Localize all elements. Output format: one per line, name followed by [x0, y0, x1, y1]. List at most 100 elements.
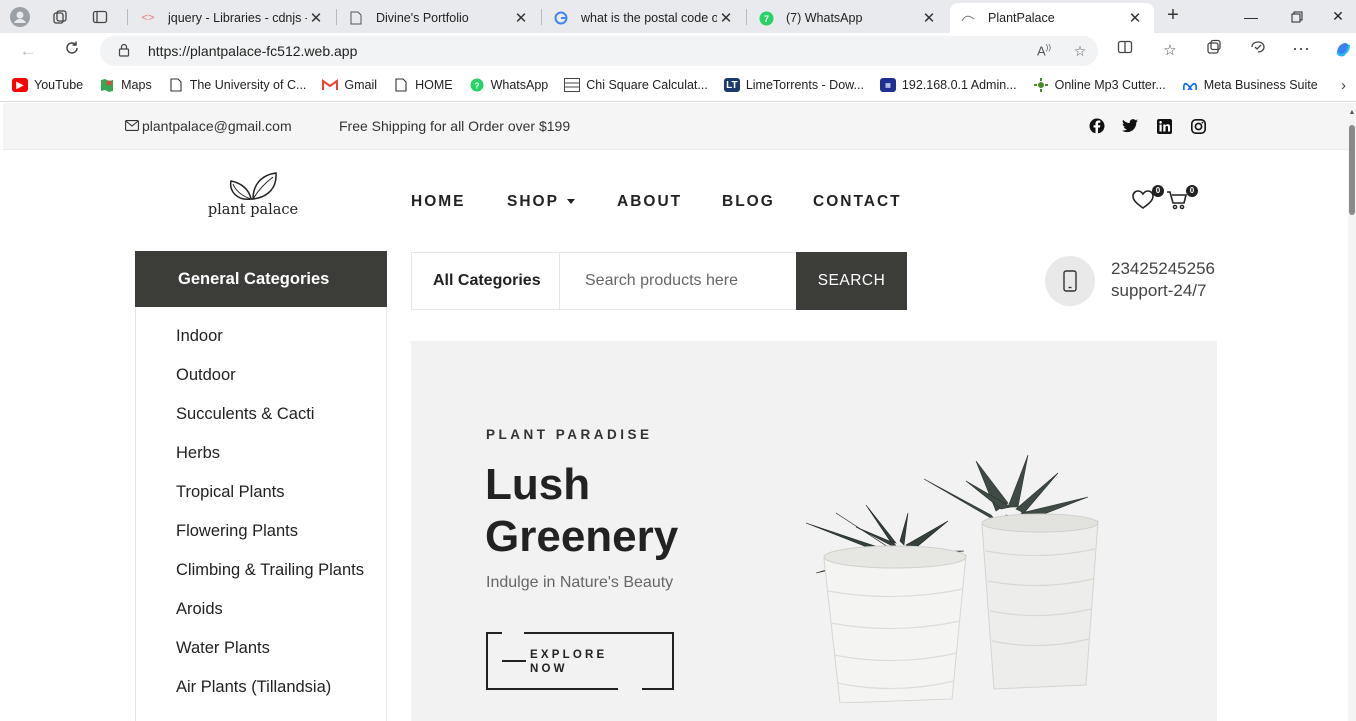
bookmark-home[interactable]: HOME — [393, 78, 453, 92]
top-info-bar: plantpalace@gmail.com Free Shipping for … — [3, 103, 1348, 150]
cart-button[interactable]: 0 — [1166, 185, 1198, 212]
nav-contact[interactable]: CONTACT — [813, 193, 902, 211]
nav-about[interactable]: ABOUT — [617, 193, 682, 211]
read-aloud-icon[interactable]: A)) — [1026, 43, 1062, 58]
envelope-icon — [125, 118, 139, 134]
hero-kicker: PLANT PARADISE — [486, 427, 653, 442]
nav-home[interactable]: HOME — [411, 193, 466, 211]
url-text[interactable]: https://plantpalace-fc512.web.app — [148, 43, 1026, 59]
contact-email[interactable]: plantpalace@gmail.com — [125, 118, 292, 134]
browser-tab-active[interactable]: PlantPalace ✕ — [950, 3, 1154, 33]
favorites-icon[interactable]: ☆ — [1155, 39, 1185, 63]
restore-button[interactable] — [1274, 0, 1320, 33]
shipping-notice: Free Shipping for all Order over $199 — [339, 118, 571, 134]
category-item-water[interactable]: Water Plants — [176, 639, 270, 658]
explore-now-button[interactable]: EXPLORE NOW — [486, 632, 674, 690]
bookmark-university[interactable]: The University of C... — [168, 78, 306, 92]
support-phone[interactable]: 23425245256 — [1111, 259, 1215, 279]
search-input[interactable] — [561, 253, 796, 309]
wishlist-button[interactable]: 0 — [1132, 185, 1164, 212]
close-icon[interactable]: ✕ — [717, 9, 735, 27]
wishlist-count-badge: 0 — [1152, 185, 1164, 197]
hero-banner: PLANT PARADISE Lush Greenery Indulge in … — [411, 341, 1217, 721]
category-select[interactable]: All Categories — [412, 253, 560, 309]
category-item-tropical[interactable]: Tropical Plants — [176, 483, 285, 502]
tab-title: Divine's Portfolio — [376, 11, 469, 25]
tab-title: what is the postal code of — [581, 11, 717, 25]
settings-more-icon[interactable]: ··· — [1286, 39, 1316, 63]
workspaces-icon[interactable] — [40, 0, 80, 33]
bookmark-youtube[interactable]: ▶ YouTube — [12, 78, 83, 92]
whatsapp-icon: 7 — [758, 10, 774, 26]
tab-title: (7) WhatsApp — [786, 11, 863, 25]
webpage: plantpalace@gmail.com Free Shipping for … — [3, 103, 1348, 721]
category-item-succulents[interactable]: Succulents & Cacti — [176, 405, 314, 424]
category-item-herbs[interactable]: Herbs — [176, 444, 220, 463]
search-button[interactable]: SEARCH — [796, 252, 907, 310]
nav-shop[interactable]: SHOP — [507, 193, 575, 211]
google-icon — [553, 10, 569, 26]
bookmark-chi-square[interactable]: Chi Square Calculat... — [564, 78, 708, 92]
category-item-flowering[interactable]: Flowering Plants — [176, 522, 298, 541]
facebook-icon[interactable] — [1087, 116, 1107, 136]
browser-tab[interactable]: what is the postal code of ✕ — [543, 3, 745, 33]
page-icon — [393, 78, 409, 92]
bookmark-limetorrents[interactable]: LT LimeTorrents - Dow... — [723, 78, 864, 92]
close-icon[interactable]: ✕ — [920, 9, 938, 27]
close-window-button[interactable]: ✕ — [1320, 0, 1356, 33]
minimize-button[interactable]: — — [1228, 0, 1274, 33]
twitter-icon[interactable] — [1120, 116, 1140, 136]
close-icon[interactable]: ✕ — [512, 9, 530, 27]
browser-tab[interactable]: 7 (7) WhatsApp ✕ — [748, 3, 948, 33]
scroll-up-arrow-icon[interactable]: ▲ — [1348, 109, 1356, 116]
page-scrollbar[interactable]: ▲ — [1348, 103, 1356, 721]
bookmark-label: HOME — [415, 78, 453, 92]
code-icon: <> — [141, 12, 155, 24]
bookmark-whatsapp[interactable]: ? WhatsApp — [469, 78, 548, 92]
bookmark-meta-business[interactable]: Meta Business Suite — [1182, 78, 1318, 92]
hero-title: Lush Greenery — [485, 460, 679, 561]
address-bar[interactable]: https://plantpalace-fc512.web.app A)) ☆ — [100, 36, 1098, 66]
collections-icon[interactable] — [1199, 39, 1229, 63]
browser-tab[interactable]: <> jquery - Libraries - cdnjs - T ✕ — [130, 3, 335, 33]
explore-label: EXPLORE NOW — [530, 649, 608, 675]
profile-icon[interactable] — [0, 0, 40, 33]
category-item-indoor[interactable]: Indoor — [176, 327, 223, 346]
category-item-aroids[interactable]: Aroids — [176, 600, 223, 619]
nav-blog[interactable]: BLOG — [722, 193, 775, 211]
linkedin-icon[interactable] — [1154, 116, 1174, 136]
category-item-outdoor[interactable]: Outdoor — [176, 366, 236, 385]
tab-title: jquery - Libraries - cdnjs - T — [168, 11, 307, 25]
refresh-button[interactable] — [58, 39, 86, 63]
favorite-star-icon[interactable]: ☆ — [1062, 43, 1098, 60]
new-tab-button[interactable]: + — [1160, 3, 1186, 29]
bookmark-mp3-cutter[interactable]: Online Mp3 Cutter... — [1033, 78, 1166, 92]
nav-shop-label: SHOP — [507, 193, 559, 210]
svg-text:7: 7 — [763, 14, 768, 24]
copilot-icon[interactable] — [1328, 39, 1356, 63]
lock-icon[interactable] — [118, 43, 138, 60]
category-item-climbing[interactable]: Climbing & Trailing Plants — [176, 561, 364, 580]
split-screen-icon[interactable] — [1110, 39, 1140, 63]
instagram-icon[interactable] — [1188, 116, 1208, 136]
bookmark-label: LimeTorrents - Dow... — [745, 78, 864, 92]
tab-actions-icon[interactable] — [80, 0, 120, 33]
phone-icon — [1045, 256, 1095, 306]
browser-tab[interactable]: Divine's Portfolio ✕ — [338, 3, 540, 33]
bookmarks-more-chevron-icon[interactable]: › — [1341, 77, 1346, 94]
bookmark-router-admin[interactable]: ▦ 192.168.0.1 Admin... — [879, 78, 1017, 92]
close-icon[interactable]: ✕ — [307, 9, 325, 27]
potted-succulents-image — [805, 454, 1099, 703]
support-label: support-24/7 — [1111, 281, 1207, 300]
site-logo[interactable]: plant palace — [207, 171, 299, 218]
scrollbar-thumb[interactable] — [1349, 125, 1355, 215]
bookmark-gmail[interactable]: Gmail — [322, 78, 377, 92]
browser-essentials-icon[interactable] — [1243, 39, 1273, 63]
limetorrents-icon: LT — [723, 78, 740, 92]
heart-icon — [1132, 190, 1154, 209]
bookmark-maps[interactable]: Maps — [99, 78, 152, 92]
page-icon — [348, 10, 364, 26]
category-item-air-plants[interactable]: Air Plants (Tillandsia) — [176, 678, 331, 697]
close-icon[interactable]: ✕ — [1126, 9, 1144, 27]
back-button[interactable]: ← — [14, 39, 42, 63]
